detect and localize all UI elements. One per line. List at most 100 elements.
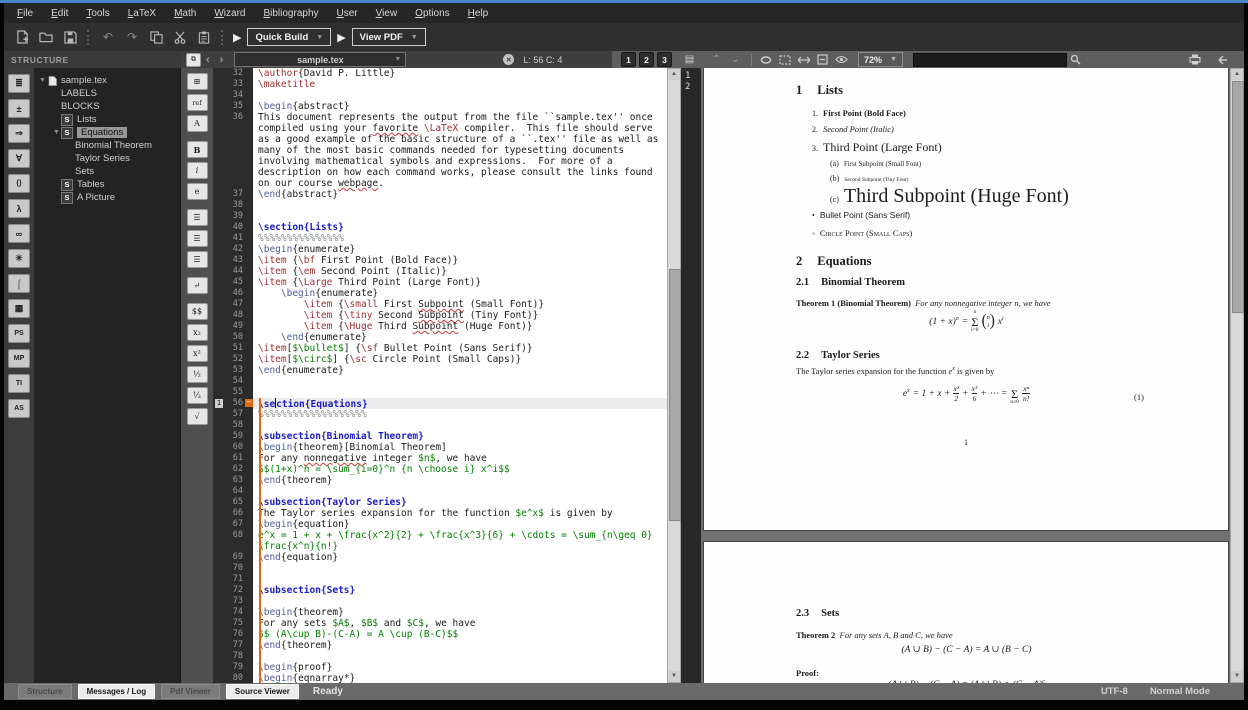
new-document-icon[interactable]: [10, 27, 34, 47]
print-icon[interactable]: [1186, 53, 1203, 66]
editor-line-33[interactable]: 33\maketitle: [213, 79, 667, 90]
editor-line-53[interactable]: 53\end{enumerate}: [213, 365, 667, 376]
editor-line-67[interactable]: 67\begin{equation}: [213, 519, 667, 530]
line-number[interactable]: 47: [213, 299, 246, 310]
open-file-icon[interactable]: [34, 27, 58, 47]
thumbnails-list-icon[interactable]: ▤: [681, 53, 698, 66]
external-viewer-icon[interactable]: [1213, 53, 1230, 66]
flushright-tag[interactable]: ☰: [187, 251, 208, 268]
editor-line-42[interactable]: 42\begin{enumerate}: [213, 244, 667, 255]
presentation-mode-icon[interactable]: [833, 53, 850, 66]
fold-column[interactable]: [246, 343, 253, 354]
structure-item-blocks[interactable]: BLOCKS: [34, 100, 180, 113]
line-number[interactable]: [213, 178, 246, 189]
editor-line-74[interactable]: 74\begin{theorem}: [213, 607, 667, 618]
menu-latex[interactable]: LaTeX: [119, 8, 165, 19]
line-number[interactable]: 73: [213, 596, 246, 607]
editor-line-47[interactable]: 47 \item {\small First Subpoint (Small F…: [213, 299, 667, 310]
newline-tag[interactable]: ↵: [187, 277, 208, 294]
line-number[interactable]: 78: [213, 651, 246, 662]
pdf-page-number-2[interactable]: 2: [685, 82, 701, 93]
editor-scrollbar[interactable]: ▲ ▼: [667, 68, 681, 683]
fold-column[interactable]: [246, 189, 253, 200]
fold-column[interactable]: [246, 453, 253, 464]
menu-math[interactable]: Math: [165, 8, 205, 19]
scroll-down-icon[interactable]: ▼: [1231, 671, 1243, 682]
line-number[interactable]: [213, 134, 246, 145]
special-chars-tab[interactable]: ✳: [8, 249, 30, 268]
fold-column[interactable]: [246, 68, 253, 79]
undo-icon[interactable]: ↶: [96, 27, 120, 47]
line-number[interactable]: 49: [213, 321, 246, 332]
editor-line-69[interactable]: 69\end{equation}: [213, 552, 667, 563]
menu-view[interactable]: View: [367, 8, 407, 19]
fold-column[interactable]: [246, 387, 253, 398]
fold-column[interactable]: [246, 376, 253, 387]
line-number[interactable]: 76: [213, 629, 246, 640]
menu-file[interactable]: File: [8, 8, 42, 19]
line-number[interactable]: 34: [213, 90, 246, 101]
fold-column[interactable]: [246, 662, 253, 673]
fold-column[interactable]: [246, 233, 253, 244]
center-tag[interactable]: ☰: [187, 230, 208, 247]
editor-line-52[interactable]: 52\item[$\circ$] {\sc Circle Point (Smal…: [213, 354, 667, 365]
editor-line-62[interactable]: 62$$(1+x)^n = \sum_{i=0}^n {n \choose i}…: [213, 464, 667, 475]
subscript-tag[interactable]: x₂: [187, 324, 208, 341]
fold-column[interactable]: [246, 255, 253, 266]
editor-line-61[interactable]: 61For any nonnegative integer $n$, we ha…: [213, 453, 667, 464]
next-document-icon[interactable]: ›: [220, 54, 224, 66]
fold-column[interactable]: [246, 475, 253, 486]
line-number[interactable]: 561: [213, 398, 246, 409]
collapse-icon[interactable]: ▼: [38, 77, 47, 84]
fold-column[interactable]: [246, 530, 253, 541]
fold-column[interactable]: [246, 134, 253, 145]
fold-column[interactable]: [246, 123, 253, 134]
editor-line-44[interactable]: 44\item {\em Second Point (Italic)}: [213, 266, 667, 277]
previous-page-icon[interactable]: ⌃: [708, 53, 725, 66]
bold-tag[interactable]: B: [187, 141, 208, 158]
fold-column[interactable]: [246, 640, 253, 651]
editor-line-78[interactable]: 78: [213, 651, 667, 662]
editor-line-60[interactable]: 60\begin{theorem}[Binomial Theorem]: [213, 442, 667, 453]
line-number[interactable]: 35: [213, 101, 246, 112]
fold-column[interactable]: [246, 321, 253, 332]
fold-column[interactable]: [246, 497, 253, 508]
fold-column[interactable]: [246, 332, 253, 343]
italic-tag[interactable]: i: [187, 162, 208, 179]
misc-math-tab[interactable]: ∞: [8, 224, 30, 243]
editor-line-51[interactable]: 51\item[$\bullet$] {\sf Bullet Point (Sa…: [213, 343, 667, 354]
save-file-icon[interactable]: [58, 27, 82, 47]
scroll-up-icon[interactable]: ▲: [668, 69, 680, 80]
collapse-icon[interactable]: ▼: [52, 129, 61, 136]
statusbar-button-structure[interactable]: Structure: [18, 684, 72, 699]
pdf-scrollbar[interactable]: ▲ ▼: [1230, 68, 1244, 683]
editor-line-65[interactable]: 65\subsection{Taylor Series}: [213, 497, 667, 508]
menu-help[interactable]: Help: [459, 8, 498, 19]
line-number[interactable]: 67: [213, 519, 246, 530]
dfrac-tag[interactable]: ⅓: [187, 387, 208, 404]
editor-line-45[interactable]: 45\item {\Large Third Point (Large Font)…: [213, 277, 667, 288]
menu-wizard[interactable]: Wizard: [205, 8, 254, 19]
fold-column[interactable]: [246, 145, 253, 156]
editor-line-wrap[interactable]: compiled using your favorite \LaTeX comp…: [213, 123, 667, 134]
scroll-down-icon[interactable]: ▼: [668, 671, 680, 682]
line-number[interactable]: 63: [213, 475, 246, 486]
line-number[interactable]: 53: [213, 365, 246, 376]
line-number[interactable]: 72: [213, 585, 246, 596]
editor-scrollbar-thumb[interactable]: [669, 269, 681, 521]
fold-column[interactable]: [246, 101, 253, 112]
statusbar-button-messages-log[interactable]: Messages / Log: [78, 684, 156, 699]
editor-line-37[interactable]: 37\end{abstract}: [213, 189, 667, 200]
pdf-scrollbar-thumb[interactable]: [1232, 81, 1244, 313]
line-number[interactable]: 57: [213, 409, 246, 420]
line-number[interactable]: 38: [213, 200, 246, 211]
line-number[interactable]: 39: [213, 211, 246, 222]
line-number[interactable]: 51: [213, 343, 246, 354]
editor-line-54[interactable]: 54: [213, 376, 667, 387]
fold-column[interactable]: [246, 156, 253, 167]
editor-line-75[interactable]: 75For any sets $A$, $B$ and $C$, we have: [213, 618, 667, 629]
sqrt-tag[interactable]: √: [187, 408, 208, 425]
pdf-preview-area[interactable]: 1Lists1.First Point (Bold Face)2.Second …: [701, 68, 1230, 683]
editor-line-43[interactable]: 43\item {\bf First Point (Bold Face)}: [213, 255, 667, 266]
fold-column[interactable]: [246, 618, 253, 629]
